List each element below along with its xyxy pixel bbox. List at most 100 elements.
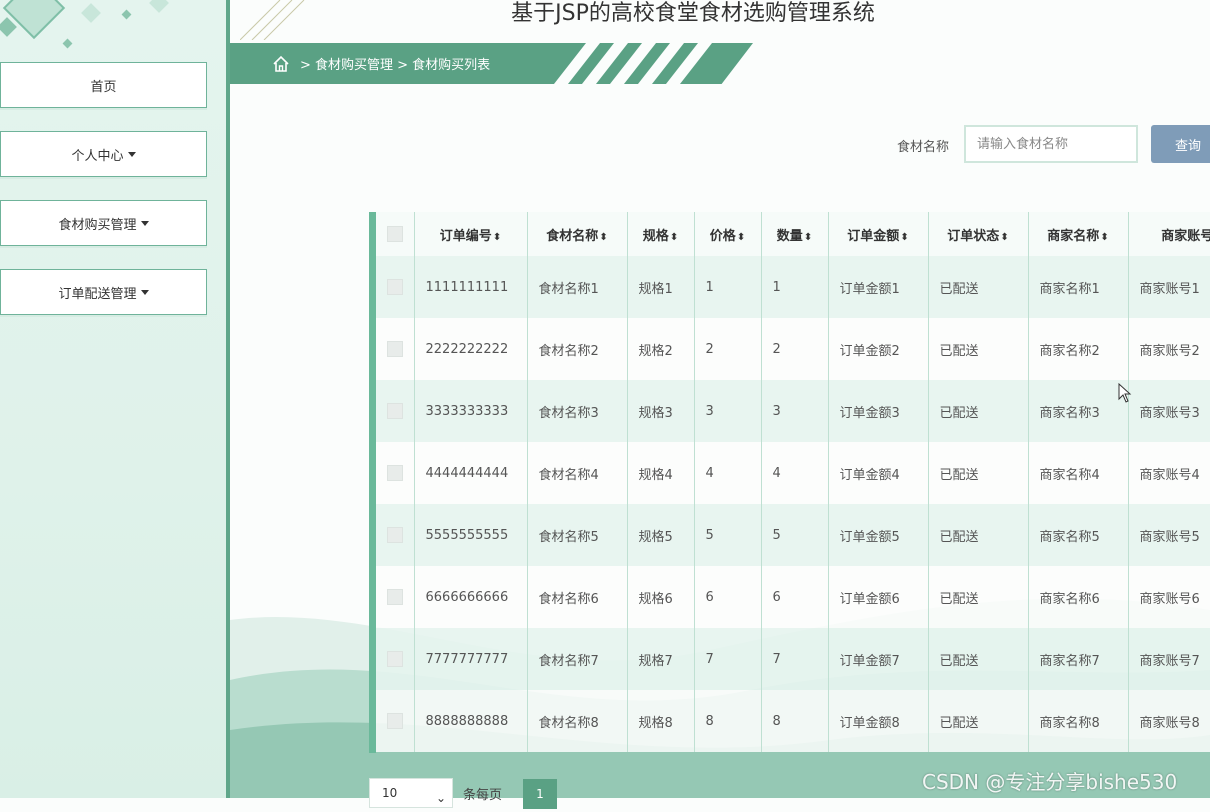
select-all-checkbox[interactable] — [386, 226, 403, 242]
page-title: 基于JSP的高校食堂食材选购管理系统 — [511, 1, 875, 26]
column-header-merchant-account[interactable]: 商家账号⬍ — [1128, 212, 1210, 256]
caret-down-icon — [127, 151, 136, 157]
table-cell: 已配送 — [928, 628, 1029, 690]
table-row[interactable]: 7777777777 食材名称7 规格7 7 7 订单金额7 已配送 商家名称7 商家账号7 — [376, 628, 1210, 690]
table-cell: 8 — [761, 690, 829, 752]
table-cell: 已配送 — [928, 256, 1029, 318]
row-checkbox[interactable] — [386, 403, 403, 419]
column-header-spec[interactable]: 规格⬍ — [627, 212, 695, 256]
table-row[interactable]: 4444444444 食材名称4 规格4 4 4 订单金额4 已配送 商家名称4 商家账号4 — [376, 442, 1210, 504]
table-cell: 食材名称2 — [527, 318, 628, 380]
table-cell: 订单金额5 — [828, 504, 929, 566]
sidebar-item-label: 订单配送管理 — [58, 286, 137, 302]
row-checkbox-cell[interactable] — [376, 318, 415, 380]
column-header-order-amount[interactable]: 订单金额⬍ — [828, 212, 929, 256]
table-cell: 已配送 — [928, 380, 1029, 442]
table-cell: 商家名称7 — [1028, 628, 1129, 690]
row-checkbox-cell[interactable] — [376, 380, 415, 442]
row-checkbox-cell[interactable] — [376, 566, 415, 628]
watermark: CSDN @专注分享bishe530 — [922, 770, 1178, 794]
row-checkbox[interactable] — [386, 465, 403, 481]
table-cell: 商家名称1 — [1028, 256, 1129, 318]
table-header-row: 订单编号⬍ 食材名称⬍ 规格⬍ 价格⬍ 数量⬍ 订单金额⬍ 订单状态⬍ 商家名称… — [376, 212, 1210, 256]
sidebar — [0, 0, 226, 798]
table-row[interactable]: 3333333333 食材名称3 规格3 3 3 订单金额3 已配送 商家名称3 商家账号3 — [376, 380, 1210, 442]
row-checkbox-cell[interactable] — [376, 442, 415, 504]
caret-down-icon — [140, 289, 149, 295]
table-cell: 订单金额1 — [828, 256, 929, 318]
table-cell: 7 — [761, 628, 829, 690]
search-button[interactable]: 查询 — [1151, 125, 1210, 163]
select-all-checkbox-cell[interactable] — [376, 212, 415, 256]
row-checkbox[interactable] — [386, 341, 403, 357]
column-header-order-status[interactable]: 订单状态⬍ — [928, 212, 1029, 256]
table-cell: 5 — [761, 504, 829, 566]
table-cell: 规格8 — [627, 690, 695, 752]
row-checkbox[interactable] — [386, 589, 403, 605]
row-checkbox-cell[interactable] — [376, 628, 415, 690]
sort-icon: ⬍ — [900, 231, 909, 243]
row-checkbox[interactable] — [386, 713, 403, 729]
row-checkbox[interactable] — [386, 651, 403, 667]
search-input[interactable] — [964, 125, 1138, 163]
table-cell: 食材名称6 — [527, 566, 628, 628]
sidebar-item-ingredient-purchase[interactable]: 食材购买管理 — [0, 196, 210, 246]
row-checkbox-cell[interactable] — [376, 690, 415, 752]
sort-icon: ⬍ — [803, 231, 813, 243]
table-row[interactable]: 1111111111 食材名称1 规格1 1 1 订单金额1 已配送 商家名称1 商家账号1 — [376, 256, 1210, 318]
table-cell: 商家账号3 — [1128, 380, 1210, 442]
column-header-merchant-name[interactable]: 商家名称⬍ — [1028, 212, 1129, 256]
data-table: 订单编号⬍ 食材名称⬍ 规格⬍ 价格⬍ 数量⬍ 订单金额⬍ 订单状态⬍ 商家名称… — [369, 212, 1210, 753]
home-icon[interactable] — [272, 55, 290, 73]
table-cell: 2 — [694, 318, 762, 380]
table-cell: 规格4 — [627, 442, 695, 504]
row-checkbox[interactable] — [386, 527, 403, 543]
decorative-square — [2, 0, 66, 40]
table-cell: 2222222222 — [414, 318, 528, 380]
table-cell: 订单金额8 — [828, 690, 929, 752]
sidebar-item-label: 首页 — [90, 79, 117, 95]
sidebar-item-order-delivery[interactable]: 订单配送管理 — [0, 265, 210, 315]
table-cell: 1111111111 — [414, 256, 528, 318]
table-cell: 食材名称4 — [527, 442, 628, 504]
row-checkbox-cell[interactable] — [376, 256, 415, 318]
sort-icon: ⬍ — [599, 231, 608, 243]
breadcrumb-text[interactable]: > 食材购买管理 > 食材购买列表 — [300, 54, 490, 73]
page-size-select[interactable]: 10 ⌄ — [369, 778, 453, 808]
table-cell: 已配送 — [928, 504, 1029, 566]
table-row[interactable]: 5555555555 食材名称5 规格5 5 5 订单金额5 已配送 商家名称5 商家账号5 — [376, 504, 1210, 566]
column-header-order-no[interactable]: 订单编号⬍ — [414, 212, 528, 256]
table-cell: 商家账号7 — [1128, 628, 1210, 690]
table-row[interactable]: 2222222222 食材名称2 规格2 2 2 订单金额2 已配送 商家名称2 商家账号2 — [376, 318, 1210, 380]
decorative-square — [149, 0, 169, 13]
sidebar-item-label: 个人中心 — [71, 148, 124, 164]
table-cell: 3 — [761, 380, 829, 442]
row-checkbox-cell[interactable] — [376, 504, 415, 566]
table-cell: 4444444444 — [414, 442, 528, 504]
row-checkbox[interactable] — [386, 279, 403, 295]
table-cell: 食材名称7 — [527, 628, 628, 690]
table-cell: 已配送 — [928, 442, 1029, 504]
table-cell: 商家账号5 — [1128, 504, 1210, 566]
sidebar-item-personal-center[interactable]: 个人中心 — [0, 127, 210, 177]
sort-icon: ⬍ — [1100, 231, 1109, 243]
table-cell: 食材名称8 — [527, 690, 628, 752]
table-cell: 订单金额6 — [828, 566, 929, 628]
search-label: 食材名称 — [897, 140, 950, 155]
table-cell: 规格2 — [627, 318, 695, 380]
table-cell: 4 — [694, 442, 762, 504]
table-cell: 5555555555 — [414, 504, 528, 566]
sidebar-item-home[interactable]: 首页 — [0, 58, 210, 108]
column-header-quantity[interactable]: 数量⬍ — [761, 212, 829, 256]
table-row[interactable]: 6666666666 食材名称6 规格6 6 6 订单金额6 已配送 商家名称6 商家账号6 — [376, 566, 1210, 628]
table-cell: 订单金额7 — [828, 628, 929, 690]
table-cell: 规格1 — [627, 256, 695, 318]
column-header-price[interactable]: 价格⬍ — [694, 212, 762, 256]
table-row[interactable]: 8888888888 食材名称8 规格8 8 8 订单金额8 已配送 商家名称8 商家账号8 — [376, 690, 1210, 752]
page-number-button[interactable]: 1 — [523, 779, 557, 809]
table-cell: 商家名称4 — [1028, 442, 1129, 504]
column-header-ingredient-name[interactable]: 食材名称⬍ — [527, 212, 628, 256]
table-cell: 食材名称5 — [527, 504, 628, 566]
table-cell: 订单金额4 — [828, 442, 929, 504]
table-cell: 2 — [761, 318, 829, 380]
